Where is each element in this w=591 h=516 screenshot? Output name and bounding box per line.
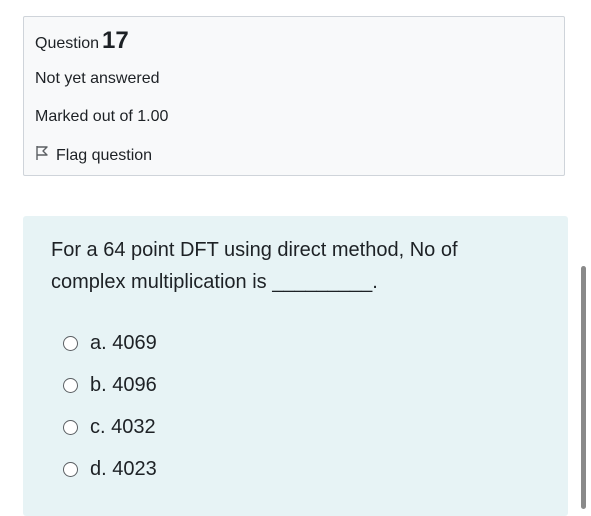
radio-button[interactable]	[63, 420, 78, 435]
answer-option-d[interactable]: d. 4023	[63, 458, 157, 481]
flag-question-label: Flag question	[56, 146, 153, 164]
scrollbar[interactable]	[581, 266, 586, 509]
answer-option-b[interactable]: b. 4096	[63, 374, 157, 397]
question-status: Not yet answered	[35, 70, 160, 87]
question-content: For a 64 point DFT using direct method, …	[23, 216, 568, 516]
question-number: 17	[102, 27, 129, 54]
question-label: Question	[35, 35, 100, 52]
flag-question-link[interactable]: Flag question	[35, 145, 152, 166]
answer-option-a[interactable]: a. 4069	[63, 332, 157, 355]
question-grade: Marked out of 1.00	[35, 108, 169, 125]
answer-label: d. 4023	[90, 458, 157, 480]
question-info-panel: Question 17 Not yet answered Marked out o…	[23, 16, 565, 176]
question-text: For a 64 point DFT using direct method, …	[51, 239, 458, 293]
answer-option-c[interactable]: c. 4032	[63, 416, 156, 439]
flag-icon	[35, 145, 56, 166]
answer-label: b. 4096	[90, 374, 157, 396]
radio-button[interactable]	[63, 336, 78, 351]
radio-button[interactable]	[63, 378, 78, 393]
answer-label: a. 4069	[90, 332, 157, 354]
answer-label: c. 4032	[90, 416, 156, 438]
question-title: Question 17	[35, 27, 129, 55]
radio-button[interactable]	[63, 462, 78, 477]
